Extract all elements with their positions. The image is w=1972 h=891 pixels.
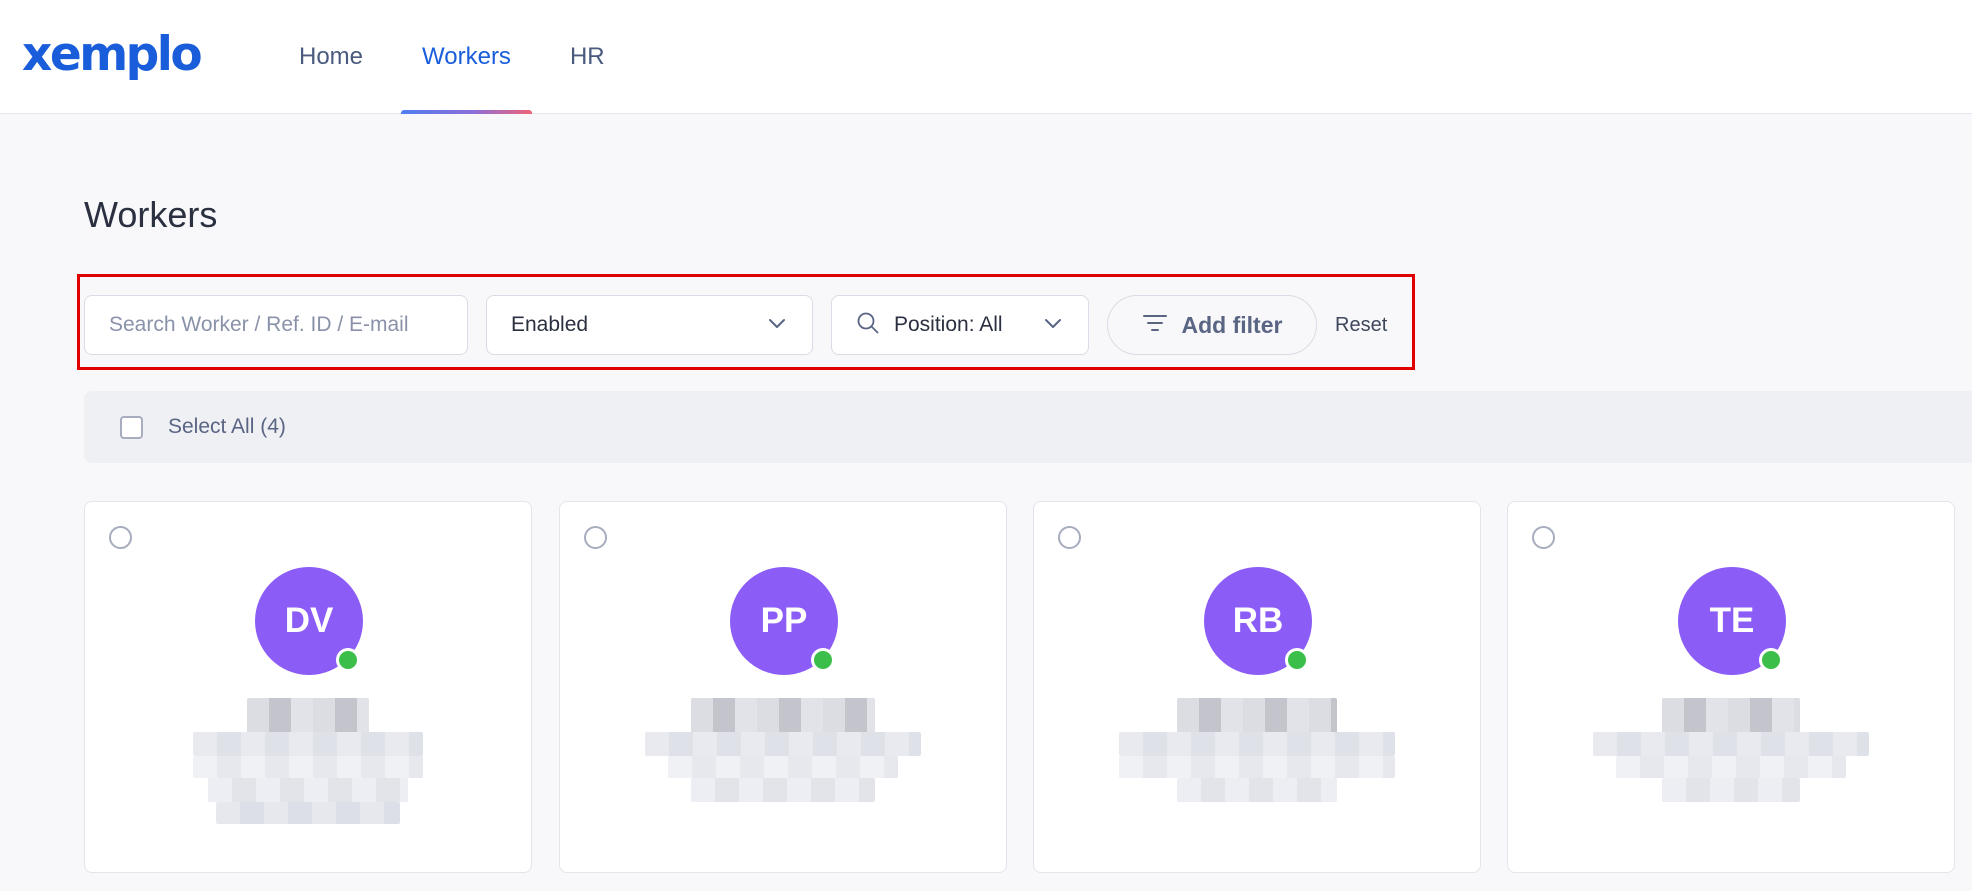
redacted-worker-detail [1177,778,1337,802]
redacted-worker-name [1177,698,1337,734]
redacted-worker-detail [208,778,408,802]
redacted-worker-detail [1662,778,1800,802]
page-title: Workers [84,194,218,235]
worker-search-input[interactable] [84,295,468,355]
top-navigation-bar: xemplo Home Workers HR [0,0,1972,114]
worker-select-radio[interactable] [109,526,132,549]
xemplo-logo[interactable]: xemplo [22,26,203,82]
nav-hr[interactable]: HR [549,0,626,114]
filter-lines-icon [1142,313,1168,338]
worker-select-radio[interactable] [1532,526,1555,549]
redacted-worker-detail [1119,756,1395,778]
chevron-down-icon [1042,312,1064,339]
worker-card[interactable]: RB [1033,501,1481,873]
redacted-worker-detail [645,732,921,756]
reset-filters-link[interactable]: Reset [1335,314,1387,337]
worker-card[interactable]: PP [559,501,1007,873]
select-all-checkbox[interactable] [120,415,143,439]
status-dropdown-value: Enabled [511,313,589,336]
redacted-worker-detail [193,756,423,778]
redacted-worker-detail [668,756,898,778]
online-status-dot [811,648,835,672]
redacted-worker-detail [193,732,423,756]
status-dropdown[interactable]: Enabled [486,295,813,355]
search-icon [856,311,880,340]
nav-workers[interactable]: Workers [401,0,532,114]
bulk-select-bar: Select All (4) [84,391,1972,463]
select-all-label[interactable]: Select All (4) [168,415,286,439]
redacted-worker-name [247,698,369,734]
worker-select-radio[interactable] [1058,526,1081,549]
worker-card[interactable]: TE [1507,501,1955,873]
worker-card[interactable]: DV [84,501,532,873]
position-dropdown[interactable]: Position: All [831,295,1089,355]
redacted-worker-name [691,698,875,734]
online-status-dot [336,648,360,672]
online-status-dot [1759,648,1783,672]
online-status-dot [1285,648,1309,672]
nav-home[interactable]: Home [278,0,384,114]
redacted-worker-detail [1593,732,1869,756]
chevron-down-icon [766,312,788,339]
redacted-worker-detail [1616,756,1846,778]
redacted-worker-detail [216,802,400,824]
redacted-worker-detail [691,778,875,802]
redacted-worker-detail [1119,732,1395,756]
redacted-worker-name [1662,698,1800,734]
worker-select-radio[interactable] [584,526,607,549]
add-filter-button[interactable]: Add filter [1107,295,1317,355]
main-nav: Home Workers HR [278,0,643,114]
position-dropdown-value: Position: All [894,313,1003,336]
